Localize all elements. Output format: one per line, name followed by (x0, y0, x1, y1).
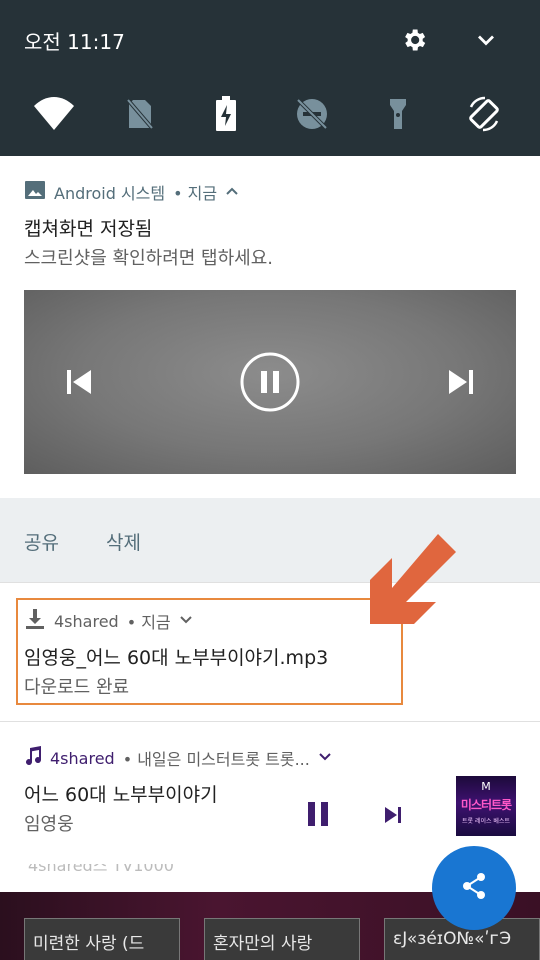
notification-app-name: Android 시스템 (54, 184, 166, 203)
notification-time: • 지금 (173, 184, 218, 203)
album-art-title: 미스터트롯 (460, 798, 512, 812)
settings-icon[interactable] (400, 26, 428, 54)
chevron-up-icon[interactable] (225, 183, 239, 202)
no-sim-icon[interactable] (118, 92, 162, 136)
album-art-logo: M (481, 780, 491, 793)
notification-shade: Android 시스템 • 지금 캡쳐화면 저장됨 스크린샷을 확인하려면 탭하… (0, 156, 540, 864)
image-icon (24, 180, 46, 204)
album-art: M 미스터트롯 트롯 레이스 베스트 (456, 776, 516, 836)
skip-next-icon (446, 366, 476, 398)
chevron-down-icon[interactable] (318, 749, 332, 768)
notification-text[interactable]: 스크린샷을 확인하려면 탭하세요. (24, 244, 273, 270)
screenshot-notification-header[interactable]: Android 시스템 • 지금 (24, 181, 239, 203)
do-not-disturb-off-icon[interactable] (290, 92, 334, 136)
quick-settings-panel: 오전 11:17 (0, 0, 540, 156)
wifi-icon[interactable] (32, 92, 76, 136)
divider (0, 721, 540, 722)
pause-button[interactable] (304, 800, 332, 828)
delete-button[interactable]: 삭제 (106, 528, 141, 555)
background-card[interactable]: 미련한 사랑 (드 (24, 918, 180, 960)
media-artist[interactable]: 임영웅 (24, 810, 74, 836)
expand-chevron-icon[interactable] (472, 26, 500, 54)
skip-previous-icon (64, 366, 94, 398)
pause-circle-icon (240, 352, 300, 412)
status-clock: 오전 11:17 (24, 30, 125, 54)
screenshot-preview-image[interactable] (24, 290, 516, 474)
share-icon (459, 871, 489, 905)
notification-app-name: 4shared (50, 748, 115, 768)
album-art-subtitle: 트롯 레이스 베스트 (462, 818, 510, 825)
background-card[interactable]: 혼자만의 사랑 (204, 918, 360, 960)
highlight-box (16, 598, 403, 705)
flashlight-off-icon[interactable] (376, 92, 420, 136)
music-note-icon (24, 746, 42, 770)
background-partial-text: 4shared스 TV1000 (28, 864, 174, 875)
media-subtext: • 내일은 미스터트롯 트롯... (122, 750, 310, 769)
auto-rotate-icon[interactable] (462, 92, 506, 136)
share-fab[interactable] (432, 846, 516, 930)
share-button[interactable]: 공유 (24, 528, 59, 555)
skip-next-button[interactable] (380, 802, 406, 828)
battery-charging-icon[interactable] (204, 92, 248, 136)
media-track-title[interactable]: 어느 60대 노부부이야기 (24, 780, 218, 807)
notification-title[interactable]: 캡쳐화면 저장됨 (24, 214, 152, 241)
quick-settings-tiles (0, 92, 540, 140)
annotation-arrow (370, 534, 456, 624)
media-notification-header[interactable]: 4shared • 내일은 미스터트롯 트롯... (24, 746, 332, 770)
